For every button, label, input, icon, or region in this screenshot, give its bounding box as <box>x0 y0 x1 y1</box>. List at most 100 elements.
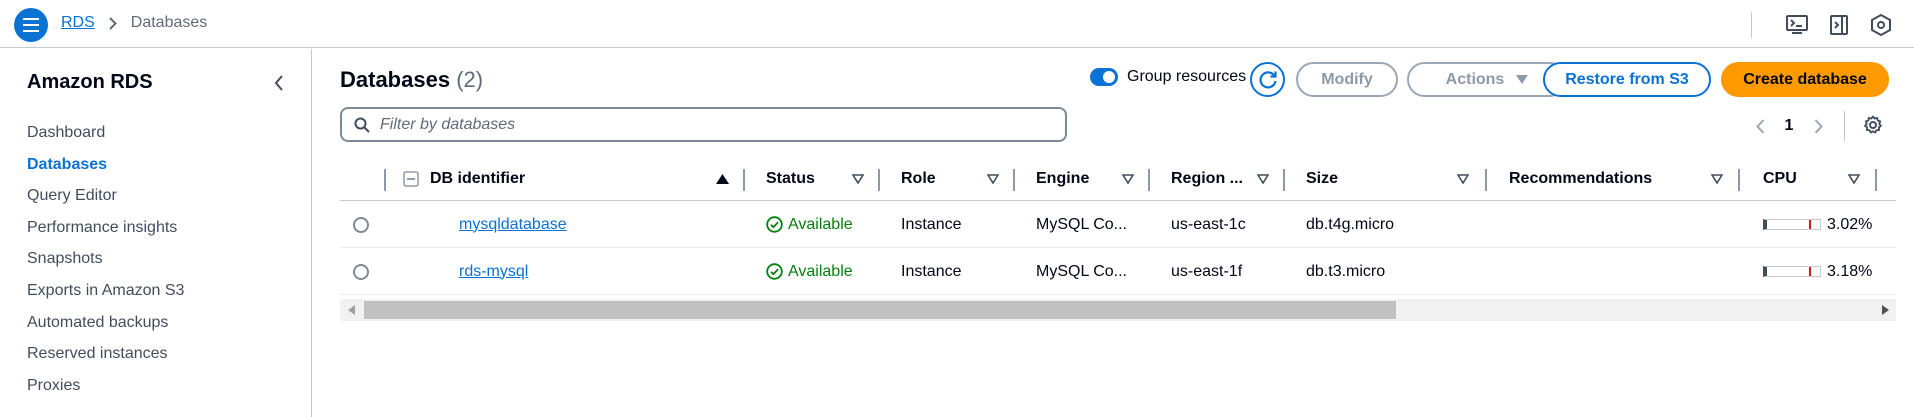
sidebar-item-proxies[interactable]: Proxies <box>27 370 184 402</box>
group-resources-toggle[interactable]: Group resources <box>1090 68 1246 86</box>
region-cell: us-east-1f <box>1171 262 1243 280</box>
cpu-threshold-marker <box>1809 220 1811 229</box>
sort-icon[interactable] <box>987 157 999 201</box>
caret-down-icon <box>1516 75 1529 84</box>
sidebar: Amazon RDS Dashboard Databases Query Edi… <box>0 49 312 417</box>
column-header-region[interactable]: Region ... <box>1171 157 1243 201</box>
sort-icon[interactable] <box>1257 157 1269 201</box>
cpu-usage-fill <box>1765 220 1767 229</box>
sidebar-item-performance-insights[interactable]: Performance insights <box>27 212 184 244</box>
breadcrumb: RDS Databases <box>61 14 207 32</box>
column-header-size[interactable]: Size <box>1306 157 1338 201</box>
column-header-engine[interactable]: Engine <box>1036 157 1089 201</box>
modify-button[interactable]: Modify <box>1296 62 1398 97</box>
top-divider <box>1751 12 1752 38</box>
toggle-switch[interactable] <box>1090 68 1118 86</box>
column-divider <box>1283 169 1285 191</box>
column-header-status[interactable]: Status <box>766 157 815 201</box>
sidebar-item-reserved-instances[interactable]: Reserved instances <box>27 338 184 370</box>
cloudshell-icon[interactable] <box>1784 12 1810 38</box>
column-divider <box>1148 169 1150 191</box>
breadcrumb-rds-link[interactable]: RDS <box>61 14 95 32</box>
column-label: Role <box>901 170 936 187</box>
column-header-role[interactable]: Role <box>901 157 936 201</box>
page-title: Databases (2) <box>340 67 483 93</box>
column-header-db-identifier[interactable]: DB identifier <box>430 157 525 201</box>
engine-cell: MySQL Co... <box>1036 262 1127 280</box>
sidebar-nav: Dashboard Databases Query Editor Perform… <box>27 117 184 401</box>
sort-ascending-icon[interactable] <box>716 157 729 201</box>
sort-icon[interactable] <box>1711 157 1723 201</box>
cpu-usage-fill <box>1765 267 1767 276</box>
sidebar-item-snapshots[interactable]: Snapshots <box>27 243 184 275</box>
sort-icon[interactable] <box>1122 157 1134 201</box>
status-text: Available <box>788 262 853 280</box>
column-divider <box>1738 169 1740 191</box>
chevron-right-icon <box>109 16 117 30</box>
db-identifier-link[interactable]: mysqldatabase <box>459 216 567 234</box>
column-header-cpu[interactable]: CPU <box>1763 157 1797 201</box>
settings-hexagon-icon[interactable] <box>1868 12 1894 38</box>
column-label: CPU <box>1763 170 1797 187</box>
previous-page-icon[interactable] <box>1750 113 1770 139</box>
main-content: Databases (2) Group resources Modify Act… <box>313 49 1914 417</box>
check-circle-icon <box>766 216 783 233</box>
sidebar-item-dashboard[interactable]: Dashboard <box>27 117 184 149</box>
scroll-left-arrow-icon[interactable] <box>344 303 358 317</box>
next-page-icon[interactable] <box>1808 113 1828 139</box>
engine-cell: MySQL Co... <box>1036 215 1127 233</box>
region-cell: us-east-1c <box>1171 215 1246 233</box>
restore-button-label: Restore from S3 <box>1565 70 1689 88</box>
select-all-checkbox[interactable] <box>403 157 419 201</box>
cpu-value: 3.18% <box>1827 262 1873 280</box>
database-count: (2) <box>456 67 484 92</box>
table-row[interactable]: mysqldatabase Available Instance MySQL C… <box>340 201 1896 248</box>
group-resources-label: Group resources <box>1127 68 1247 85</box>
top-navigation-bar: RDS Databases <box>0 0 1914 48</box>
size-cell: db.t4g.micro <box>1306 215 1395 233</box>
column-header-recommendations[interactable]: Recommendations <box>1509 157 1652 201</box>
collapse-sidebar-icon[interactable] <box>268 71 290 95</box>
sidebar-item-query-editor[interactable]: Query Editor <box>27 180 184 212</box>
databases-table: DB identifier Status Role Engine Region … <box>340 157 1896 321</box>
pagination-divider <box>1844 111 1845 141</box>
breadcrumb-current: Databases <box>130 14 208 31</box>
sidebar-item-databases[interactable]: Databases <box>27 149 184 181</box>
restore-from-s3-button[interactable]: Restore from S3 <box>1543 62 1711 97</box>
hamburger-menu-icon[interactable] <box>14 8 48 42</box>
column-label: DB identifier <box>430 170 526 187</box>
row-select-radio[interactable] <box>353 263 369 280</box>
sidebar-item-automated-backups[interactable]: Automated backups <box>27 307 184 339</box>
table-settings-gear-icon[interactable] <box>1861 113 1885 137</box>
filter-databases-input[interactable] <box>380 115 1040 134</box>
horizontal-scrollbar[interactable] <box>340 299 1896 321</box>
top-utility-icons <box>1751 12 1894 38</box>
column-divider <box>743 169 745 191</box>
pagination: 1 <box>1750 111 1845 141</box>
status-badge: Available <box>766 216 853 234</box>
page-title-text: Databases <box>340 67 451 92</box>
create-database-button[interactable]: Create database <box>1721 62 1889 97</box>
check-circle-icon <box>766 263 783 280</box>
notifications-panel-icon[interactable] <box>1826 12 1852 38</box>
sort-icon[interactable] <box>852 157 864 201</box>
table-row[interactable]: rds-mysql Available Instance MySQL Co...… <box>340 248 1896 295</box>
scroll-right-arrow-icon[interactable] <box>1878 303 1892 317</box>
column-divider <box>1875 169 1877 191</box>
row-select-radio[interactable] <box>353 216 369 233</box>
sort-icon[interactable] <box>1848 157 1860 201</box>
page-number[interactable]: 1 <box>1770 117 1808 135</box>
column-divider <box>1485 169 1487 191</box>
refresh-button[interactable] <box>1250 62 1285 97</box>
scrollbar-thumb[interactable] <box>364 301 1396 319</box>
db-identifier-link[interactable]: rds-mysql <box>459 263 528 281</box>
column-label: Recommendations <box>1509 170 1653 187</box>
sort-icon[interactable] <box>1457 157 1469 201</box>
status-badge: Available <box>766 263 853 281</box>
size-cell: db.t3.micro <box>1306 262 1386 280</box>
column-label: Status <box>766 170 815 187</box>
table-header: DB identifier Status Role Engine Region … <box>340 157 1896 201</box>
column-label: Engine <box>1036 170 1090 187</box>
sidebar-item-exports-s3[interactable]: Exports in Amazon S3 <box>27 275 184 307</box>
refresh-icon <box>1258 70 1277 88</box>
